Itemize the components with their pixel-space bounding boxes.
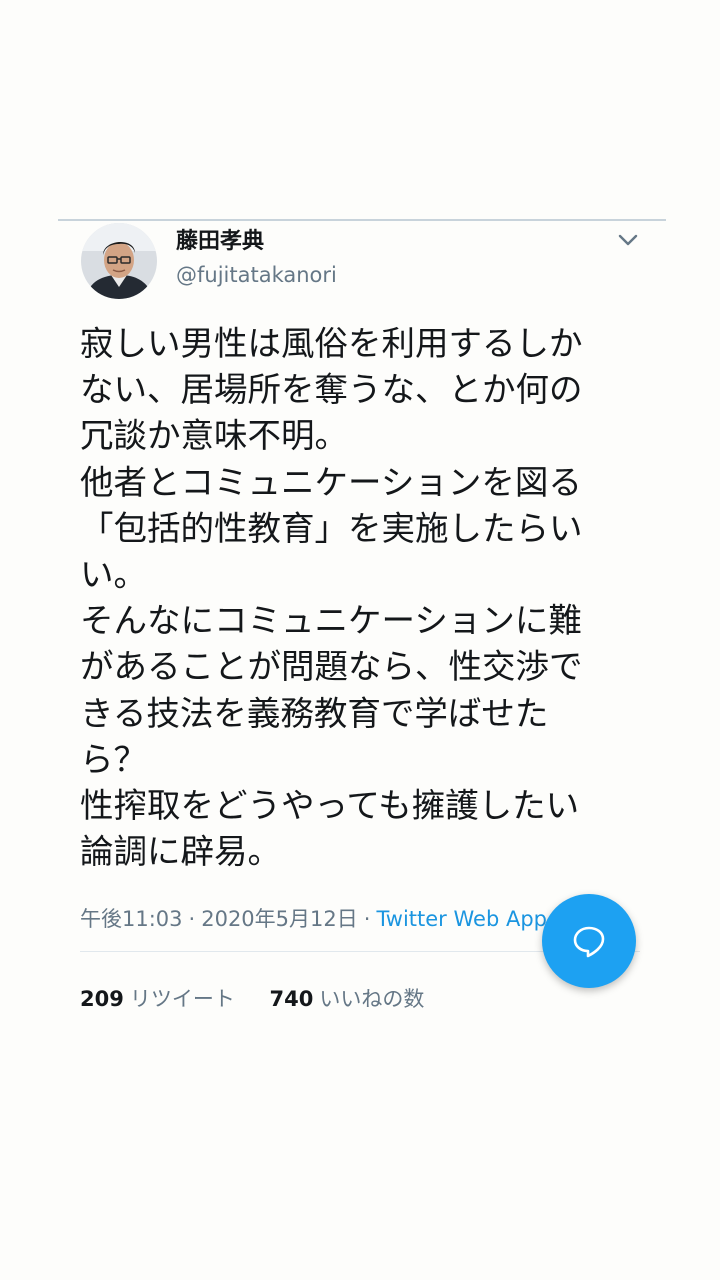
meta-separator: · — [188, 907, 196, 931]
compose-reply-button[interactable] — [542, 894, 636, 988]
tweet-line: ない、居場所を奪うな、とか何の — [80, 370, 583, 410]
retweets-label: リツイート — [129, 987, 235, 1011]
tweet-screen: 藤田孝典 @fujitatakanori 寂しい男性は風俗を利用するしか ない、… — [0, 0, 720, 1280]
tweet-line: 冗談か意味不明。 — [80, 416, 348, 456]
likes-stat[interactable]: 740 いいねの数 — [270, 985, 425, 1013]
tweet-line: 論調に辟易。 — [80, 832, 281, 872]
tweet-line: 「包括的性教育」を実施したらい — [80, 508, 583, 548]
author-handle[interactable]: @fujitatakanori — [176, 261, 337, 289]
retweets-stat[interactable]: 209 リツイート — [80, 985, 235, 1013]
tweet-text: 寂しい男性は風俗を利用するしか ない、居場所を奪うな、とか何の 冗談か意味不明。… — [80, 321, 640, 875]
tweet-line: 性搾取をどうやっても擁護したい — [80, 785, 580, 825]
speech-bubble-icon — [573, 926, 605, 958]
tweet-source-link[interactable]: Twitter Web App — [376, 907, 547, 931]
top-divider — [58, 219, 666, 221]
likes-label: いいねの数 — [319, 987, 425, 1011]
avatar[interactable] — [81, 223, 157, 299]
likes-count: 740 — [269, 987, 314, 1011]
retweets-count: 209 — [80, 987, 124, 1011]
tweet-line: そんなにコミュニケーションに難 — [80, 601, 582, 641]
tweet-meta: 午後11:03 · 2020年5月12日 · Twitter Web App — [80, 905, 547, 933]
tweet-line: きる技法を義務教育で学ばせた — [80, 693, 549, 733]
tweet-line: 他者とコミュニケーションを図る — [80, 462, 582, 502]
tweet-line: い。 — [80, 554, 147, 594]
tweet-date[interactable]: 2020年5月12日 — [201, 907, 358, 931]
chevron-down-icon[interactable] — [614, 228, 642, 252]
tweet-line: ら？ — [80, 739, 147, 779]
author-name[interactable]: 藤田孝典 — [176, 228, 264, 256]
tweet-line: があることが問題なら、性交渉で — [80, 647, 583, 687]
tweet-stats: 209 リツイート 740 いいねの数 — [80, 985, 424, 1013]
tweet-line: 寂しい男性は風俗を利用するしか — [80, 324, 583, 363]
tweet-time[interactable]: 午後11:03 — [80, 907, 183, 931]
meta-separator: · — [363, 907, 371, 931]
